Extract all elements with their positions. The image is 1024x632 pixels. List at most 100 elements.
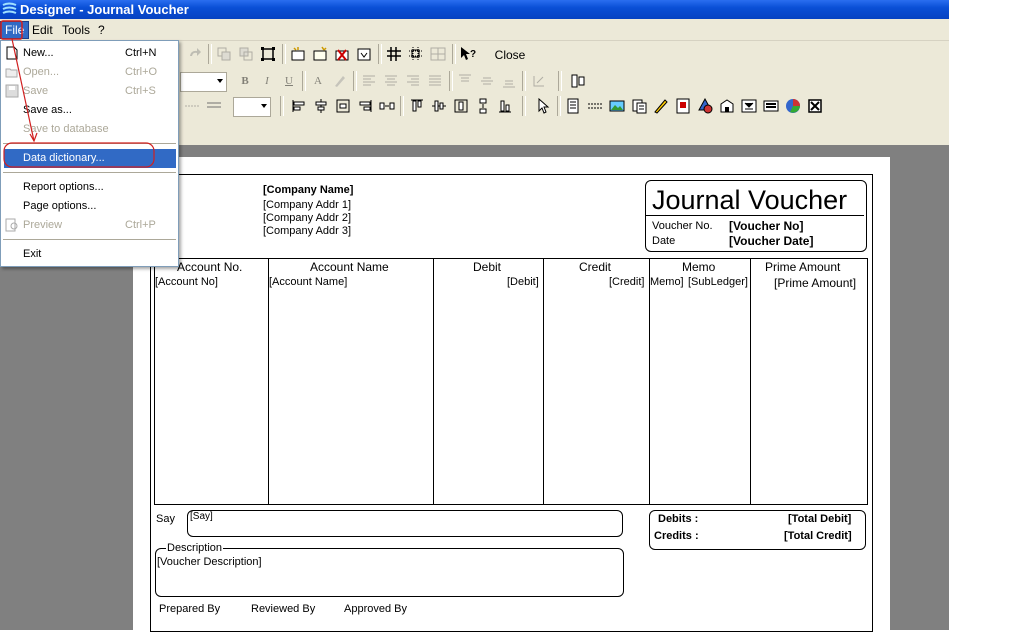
align-tops-icon[interactable] xyxy=(408,97,426,115)
debit-field[interactable]: [Debit] xyxy=(507,276,539,288)
menu-item-preview[interactable]: Preview Ctrl+P xyxy=(1,216,178,235)
chart-object-icon[interactable] xyxy=(784,97,802,115)
menu-help[interactable]: ? xyxy=(94,22,109,38)
align-lefts-icon[interactable] xyxy=(290,97,308,115)
align-left-icon[interactable] xyxy=(360,72,378,90)
column-header-debit[interactable]: Debit xyxy=(473,260,501,274)
line-width-combo[interactable] xyxy=(233,97,271,117)
center-vert-icon[interactable] xyxy=(452,97,470,115)
approved-by-label[interactable]: Approved By xyxy=(344,603,407,615)
credit-field[interactable]: [Credit] xyxy=(609,276,644,288)
space-vert-icon[interactable] xyxy=(474,97,492,115)
debits-label[interactable]: Debits : xyxy=(658,513,698,525)
band-down-icon[interactable] xyxy=(355,45,373,63)
menu-item-open[interactable]: Open... Ctrl+O xyxy=(1,63,178,82)
align-bottoms-icon[interactable] xyxy=(496,97,514,115)
column-header-prime-amount[interactable]: Prime Amount xyxy=(765,260,840,274)
font-size-combo[interactable] xyxy=(180,72,227,92)
say-label[interactable]: Say xyxy=(156,513,175,525)
prepared-by-label[interactable]: Prepared By xyxy=(159,603,220,615)
align-right-icon[interactable] xyxy=(404,72,422,90)
italic-icon[interactable]: I xyxy=(258,72,276,90)
bring-front-icon[interactable] xyxy=(215,45,233,63)
menu-item-save-to-database[interactable]: Save to database xyxy=(1,120,178,139)
menu-edit[interactable]: Edit xyxy=(28,22,57,38)
subledger-field[interactable]: [SubLedger] xyxy=(688,276,748,288)
snap-grid-icon[interactable] xyxy=(407,45,425,63)
prime-amount-field[interactable]: [Prime Amount] xyxy=(774,276,856,290)
barcode-object-icon[interactable] xyxy=(718,97,736,115)
valign-middle-icon[interactable] xyxy=(478,72,496,90)
menu-item-report-options[interactable]: Report options... xyxy=(1,178,178,197)
total-debit-field[interactable]: [Total Debit] xyxy=(788,513,851,525)
memo-field[interactable]: Memo] xyxy=(650,276,684,288)
menu-item-new[interactable]: New... Ctrl+N xyxy=(1,44,178,63)
delete-band-icon[interactable] xyxy=(333,45,351,63)
close-button[interactable]: Close xyxy=(486,44,534,66)
align-center-icon[interactable] xyxy=(382,72,400,90)
center-window-icon[interactable] xyxy=(334,97,352,115)
description-label[interactable]: Description xyxy=(166,542,224,554)
voucher-no-label[interactable]: Voucher No. xyxy=(652,220,713,232)
credits-label[interactable]: Credits : xyxy=(654,530,699,542)
ole-object-icon[interactable] xyxy=(762,97,780,115)
send-back-icon[interactable] xyxy=(237,45,255,63)
draw-object-icon[interactable] xyxy=(652,97,670,115)
menu-item-page-options[interactable]: Page options... xyxy=(1,197,178,216)
justify-icon[interactable] xyxy=(426,72,444,90)
valign-bottom-icon[interactable] xyxy=(500,72,518,90)
font-color-icon[interactable]: A xyxy=(309,72,327,90)
date-label[interactable]: Date xyxy=(652,235,675,247)
menu-item-save-as[interactable]: Save as... xyxy=(1,101,178,120)
column-header-account-name[interactable]: Account Name xyxy=(310,260,389,274)
bold-icon[interactable]: B xyxy=(236,72,254,90)
account-no-field[interactable]: [Account No] xyxy=(155,276,218,288)
redo-icon[interactable] xyxy=(186,45,204,63)
column-header-account-no[interactable]: Account No. xyxy=(177,260,242,274)
checkbox-object-icon[interactable] xyxy=(806,97,824,115)
account-name-field[interactable]: [Account Name] xyxy=(269,276,347,288)
select-pointer-icon[interactable] xyxy=(535,97,553,115)
line-width-icon[interactable] xyxy=(205,97,223,115)
text-object-icon[interactable] xyxy=(564,97,582,115)
insert-child-band-icon[interactable] xyxy=(311,45,329,63)
description-field[interactable]: [Voucher Description] xyxy=(157,556,262,568)
company-addr3-field[interactable]: [Company Addr 3] xyxy=(263,225,351,237)
align-centers-icon[interactable] xyxy=(312,97,330,115)
report-title[interactable]: Journal Voucher xyxy=(652,185,847,216)
column-header-credit[interactable]: Credit xyxy=(579,260,611,274)
valign-top-icon[interactable] xyxy=(456,72,474,90)
align-middles-icon[interactable] xyxy=(430,97,448,115)
table-grid-icon[interactable] xyxy=(429,45,447,63)
align-rights-icon[interactable] xyxy=(356,97,374,115)
memo-object-icon[interactable] xyxy=(674,97,692,115)
reviewed-by-label[interactable]: Reviewed By xyxy=(251,603,315,615)
subreport-object-icon[interactable] xyxy=(630,97,648,115)
richtext-object-icon[interactable] xyxy=(740,97,758,115)
total-credit-field[interactable]: [Total Credit] xyxy=(784,530,852,542)
group-icon[interactable] xyxy=(259,45,277,63)
context-help-icon[interactable]: ? xyxy=(459,45,477,63)
company-addr2-field[interactable]: [Company Addr 2] xyxy=(263,212,351,224)
grid-icon[interactable] xyxy=(385,45,403,63)
frame-icon[interactable] xyxy=(569,72,587,90)
line-style-icon[interactable] xyxy=(183,97,201,115)
rotate-icon[interactable] xyxy=(530,72,548,90)
voucher-no-field[interactable]: [Voucher No] xyxy=(729,219,803,233)
highlight-icon[interactable] xyxy=(331,72,349,90)
menu-item-exit[interactable]: Exit xyxy=(1,245,178,264)
band-object-icon[interactable] xyxy=(586,97,604,115)
picture-object-icon[interactable] xyxy=(608,97,626,115)
menu-item-save[interactable]: Save Ctrl+S xyxy=(1,82,178,101)
voucher-date-field[interactable]: [Voucher Date] xyxy=(729,234,813,248)
insert-band-icon[interactable] xyxy=(289,45,307,63)
company-name-field[interactable]: [Company Name] xyxy=(263,184,353,196)
underline-icon[interactable]: U xyxy=(280,72,298,90)
menu-item-data-dictionary[interactable]: Data dictionary... xyxy=(4,149,176,168)
company-addr1-field[interactable]: [Company Addr 1] xyxy=(263,199,351,211)
menu-tools[interactable]: Tools xyxy=(58,22,94,38)
column-header-memo[interactable]: Memo xyxy=(682,260,715,274)
menu-file[interactable]: File xyxy=(0,21,30,39)
say-field[interactable]: [Say] xyxy=(190,511,213,522)
space-horiz-icon[interactable] xyxy=(378,97,396,115)
